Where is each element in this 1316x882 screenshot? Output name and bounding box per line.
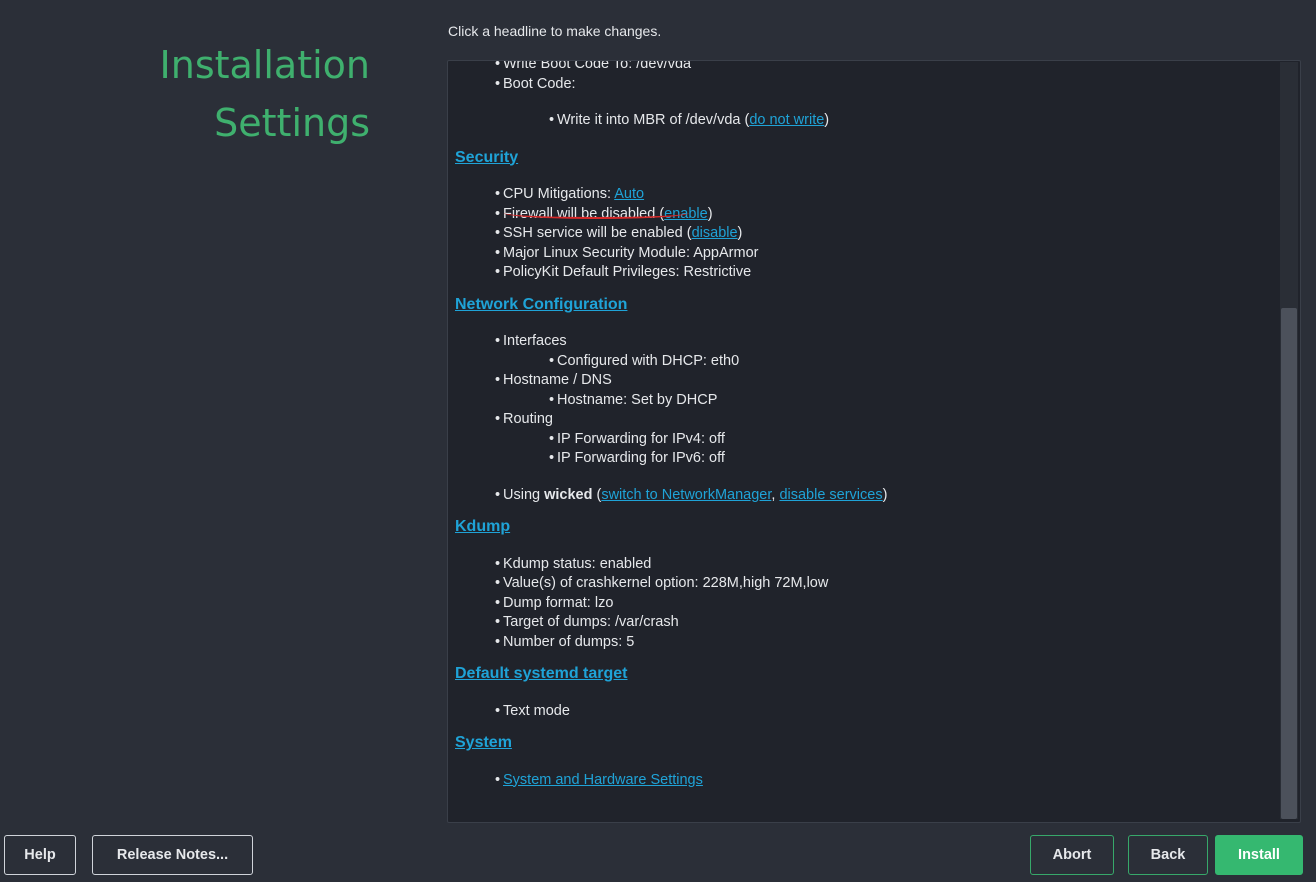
list-item: PolicyKit Default Privileges: Restrictiv… [495, 263, 1276, 283]
system-heading-link[interactable]: System [455, 733, 512, 753]
list-item: IP Forwarding for IPv6: off [549, 449, 1276, 469]
list-item: SSH service will be enabled (disable) [495, 224, 1276, 244]
vertical-scrollbar[interactable] [1280, 62, 1298, 819]
list-item: CPU Mitigations: Auto [495, 185, 1276, 205]
security-heading-link[interactable]: Security [455, 148, 518, 168]
abort-button[interactable]: Abort [1030, 835, 1114, 875]
list-item: System and Hardware Settings [495, 771, 1276, 791]
list-item: Routing [495, 410, 1276, 430]
scrollbar-thumb[interactable] [1281, 308, 1297, 819]
summary-content: Write Boot Code To: /dev/vda Boot Code: … [448, 61, 1276, 791]
page-title-line2: Settings [214, 101, 370, 145]
switch-to-networkmanager-link[interactable]: switch to NetworkManager [601, 487, 771, 503]
list-item: Write it into MBR of /dev/vda (do not wr… [549, 111, 1276, 131]
install-button[interactable]: Install [1215, 835, 1303, 875]
cpu-mitigations-link[interactable]: Auto [614, 186, 644, 202]
system-hardware-settings-link[interactable]: System and Hardware Settings [503, 772, 703, 788]
instruction-text: Click a headline to make changes. [448, 23, 662, 39]
page-title: Installation Settings [0, 36, 370, 152]
list-item: IP Forwarding for IPv4: off [549, 430, 1276, 450]
list-item: Interfaces [495, 332, 1276, 352]
network-configuration-heading-link[interactable]: Network Configuration [455, 295, 627, 315]
kdump-heading-link[interactable]: Kdump [455, 517, 510, 537]
default-systemd-target-heading-link[interactable]: Default systemd target [455, 664, 628, 684]
list-item: Write Boot Code To: /dev/vda [495, 61, 1276, 75]
do-not-write-link[interactable]: do not write [749, 112, 824, 128]
disable-ssh-link[interactable]: disable [692, 225, 738, 241]
page-title-line1: Installation [159, 43, 370, 87]
disable-services-link[interactable]: disable services [779, 487, 882, 503]
list-item: Using wicked (switch to NetworkManager, … [495, 486, 1276, 506]
list-item: Boot Code: [495, 75, 1276, 95]
list-item: Hostname / DNS [495, 371, 1276, 391]
list-item: Major Linux Security Module: AppArmor [495, 244, 1276, 264]
red-annotation-underline [504, 207, 689, 219]
list-item: Target of dumps: /var/crash [495, 613, 1276, 633]
list-item: Hostname: Set by DHCP [549, 391, 1276, 411]
release-notes-button[interactable]: Release Notes... [92, 835, 253, 875]
installation-summary-panel[interactable]: Write Boot Code To: /dev/vda Boot Code: … [447, 60, 1301, 823]
list-item: Configured with DHCP: eth0 [549, 352, 1276, 372]
list-item: Value(s) of crashkernel option: 228M,hig… [495, 574, 1276, 594]
list-item: Dump format: lzo [495, 594, 1276, 614]
list-item: Number of dumps: 5 [495, 633, 1276, 653]
list-item: Kdump status: enabled [495, 555, 1276, 575]
help-button[interactable]: Help [4, 835, 76, 875]
list-item: Text mode [495, 702, 1276, 722]
back-button[interactable]: Back [1128, 835, 1208, 875]
